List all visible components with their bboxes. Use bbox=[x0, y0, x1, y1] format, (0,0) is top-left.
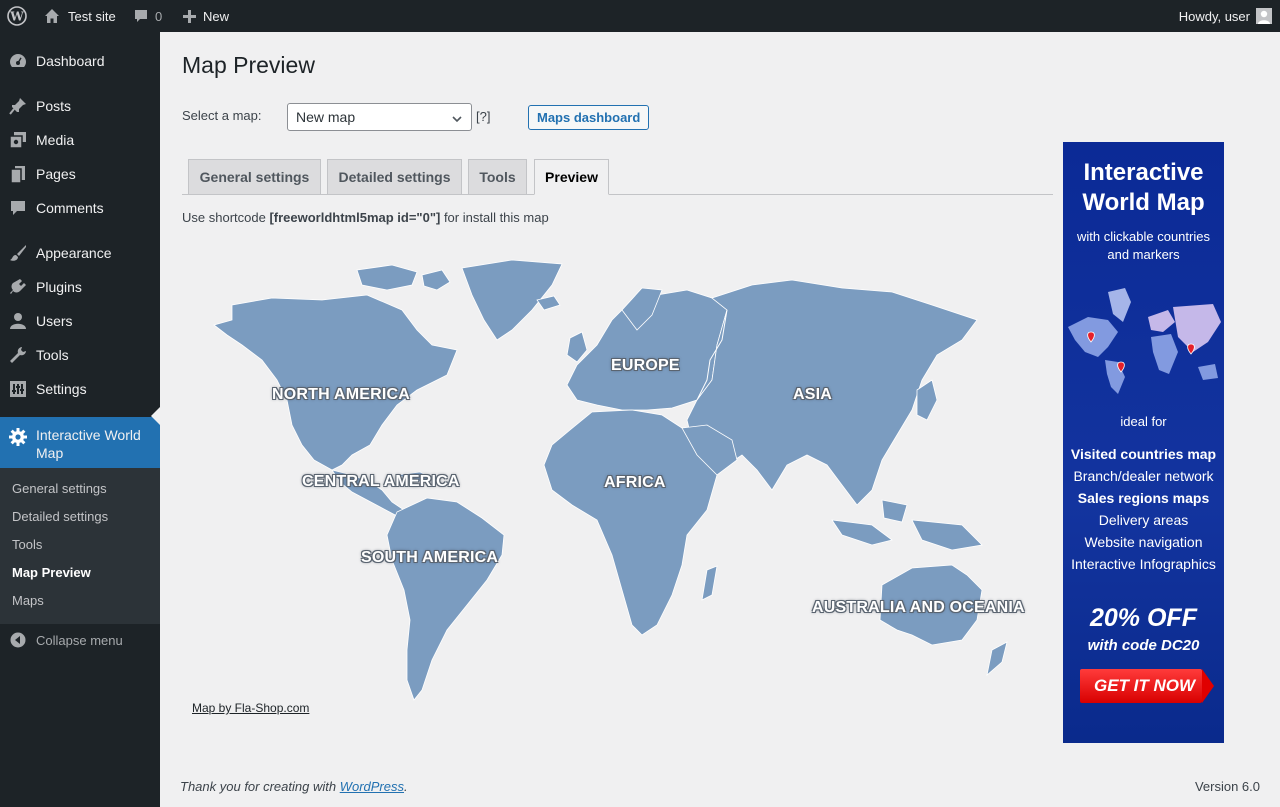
sidebar-item-posts[interactable]: Posts bbox=[0, 89, 160, 123]
site-name-link[interactable]: Test site bbox=[44, 0, 116, 32]
submenu-detailed-settings[interactable]: Detailed settings bbox=[12, 507, 108, 527]
gear-icon bbox=[0, 426, 36, 447]
comment-bubble-icon bbox=[133, 8, 149, 24]
tab-preview[interactable]: Preview bbox=[534, 159, 609, 195]
media-icon bbox=[0, 130, 36, 150]
select-map-label: Select a map: bbox=[182, 108, 262, 123]
shortcode-instructions: Use shortcode [freeworldhtml5map id="0"]… bbox=[182, 210, 549, 225]
map-credit-link[interactable]: Map by Fla-Shop.com bbox=[192, 701, 309, 715]
region-south-america bbox=[386, 497, 505, 701]
admin-bar: W Test site 0 New Howdy, user bbox=[0, 0, 1280, 32]
region-arctic-islands bbox=[356, 264, 418, 291]
promo-banner[interactable]: Interactive World Map with clickable cou… bbox=[1063, 142, 1224, 743]
sidebar-item-plugins[interactable]: Plugins bbox=[0, 270, 160, 304]
ad-subtitle: with clickable countries and markers bbox=[1077, 229, 1210, 262]
tab-tools[interactable]: Tools bbox=[468, 159, 527, 195]
plugin-icon bbox=[0, 277, 36, 297]
settings-icon bbox=[0, 379, 36, 399]
region-label-europe: EUROPE bbox=[611, 357, 680, 374]
help-link[interactable]: [?] bbox=[476, 109, 490, 124]
ad-use-cases: Visited countries map Branch/dealer netw… bbox=[1070, 446, 1217, 572]
comments-count: 0 bbox=[155, 8, 163, 24]
brush-icon bbox=[0, 243, 36, 263]
region-north-america bbox=[213, 294, 458, 471]
wordpress-link[interactable]: WordPress bbox=[340, 779, 404, 794]
shortcode-value: [freeworldhtml5map id="0"] bbox=[269, 210, 441, 225]
sidebar-item-comments[interactable]: Comments bbox=[0, 191, 160, 225]
tab-detailed-settings[interactable]: Detailed settings bbox=[327, 159, 462, 195]
submenu-map-preview[interactable]: Map Preview bbox=[12, 563, 91, 583]
svg-text:W: W bbox=[9, 10, 24, 24]
footer-thanks: Thank you for creating with WordPress. bbox=[180, 779, 408, 794]
admin-sidebar: Dashboard Posts Media Pages Comments App… bbox=[0, 32, 160, 807]
get-it-now-button[interactable]: GET IT NOW bbox=[1080, 669, 1202, 703]
comments-link[interactable]: 0 bbox=[133, 0, 162, 32]
my-account-link[interactable]: Howdy, user bbox=[1179, 0, 1272, 32]
sidebar-item-interactive-world-map[interactable]: Interactive World Map bbox=[0, 417, 160, 469]
collapse-menu-label: Collapse menu bbox=[36, 632, 123, 648]
avatar bbox=[1256, 8, 1272, 24]
howdy-text: Howdy, user bbox=[1178, 8, 1250, 24]
sidebar-item-pages[interactable]: Pages bbox=[0, 157, 160, 191]
map-select[interactable]: New map bbox=[287, 103, 472, 131]
submenu-general-settings[interactable]: General settings bbox=[12, 479, 107, 499]
comments-icon bbox=[0, 198, 36, 218]
new-content-link[interactable]: New bbox=[183, 0, 229, 32]
pages-icon bbox=[0, 164, 36, 184]
wrench-icon bbox=[0, 345, 36, 365]
footer-version: Version 6.0 bbox=[1194, 779, 1260, 794]
current-menu-arrow bbox=[151, 407, 160, 425]
region-label-south-america: SOUTH AMERICA bbox=[361, 549, 499, 566]
pin-icon bbox=[0, 96, 36, 116]
users-icon bbox=[0, 311, 36, 331]
dashboard-icon bbox=[0, 51, 36, 71]
chevron-down-icon bbox=[451, 112, 463, 128]
wordpress-logo-icon[interactable]: W bbox=[7, 0, 29, 32]
sidebar-item-users[interactable]: Users bbox=[0, 304, 160, 338]
cta-arrow-icon bbox=[1202, 669, 1214, 703]
region-label-central-america: CENTRAL AMERICA bbox=[302, 473, 460, 490]
sidebar-item-dashboard[interactable]: Dashboard bbox=[0, 44, 160, 78]
ad-world-map-icon bbox=[1068, 288, 1221, 394]
ad-ideal-for: ideal for bbox=[1120, 414, 1167, 429]
world-map: NORTH AMERICA CENTRAL AMERICA SOUTH AMER… bbox=[192, 250, 1052, 705]
tabs-divider bbox=[182, 194, 1053, 195]
sidebar-item-appearance[interactable]: Appearance bbox=[0, 236, 160, 270]
collapse-arrow-icon bbox=[0, 632, 36, 648]
ad-discount: 20% OFF bbox=[1090, 604, 1197, 632]
region-label-africa: AFRICA bbox=[604, 474, 666, 491]
submenu-maps[interactable]: Maps bbox=[12, 591, 44, 611]
submenu-tools[interactable]: Tools bbox=[12, 535, 42, 555]
sidebar-item-tools[interactable]: Tools bbox=[0, 338, 160, 372]
maps-dashboard-button[interactable]: Maps dashboard bbox=[528, 105, 650, 130]
collapse-menu-button[interactable]: Collapse menu bbox=[0, 626, 160, 654]
map-select-value: New map bbox=[296, 109, 356, 125]
region-label-asia: ASIA bbox=[793, 386, 833, 403]
tab-general-settings[interactable]: General settings bbox=[188, 159, 321, 195]
home-icon bbox=[44, 8, 60, 24]
new-label: New bbox=[203, 8, 230, 24]
page-title: Map Preview bbox=[182, 52, 315, 78]
sidebar-item-media[interactable]: Media bbox=[0, 123, 160, 157]
region-label-australia-and-oceania: AUSTRALIA AND OCEANIA bbox=[812, 599, 1025, 616]
sidebar-item-settings[interactable]: Settings bbox=[0, 372, 160, 406]
region-label-north-america: NORTH AMERICA bbox=[272, 386, 410, 403]
ad-promo-code: with code DC20 bbox=[1087, 637, 1200, 654]
site-name: Test site bbox=[68, 8, 116, 24]
plus-icon bbox=[183, 9, 196, 23]
ad-title: Interactive World Map bbox=[1082, 159, 1205, 216]
submenu: General settings Detailed settings Tools… bbox=[0, 468, 160, 624]
